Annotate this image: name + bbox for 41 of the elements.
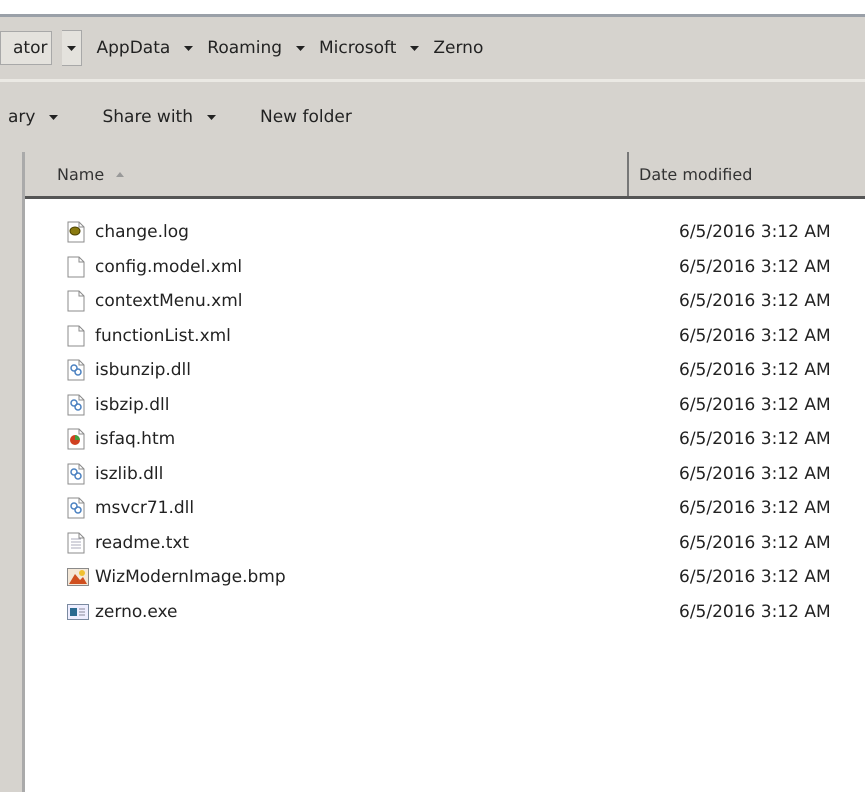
caret-icon xyxy=(67,46,76,50)
caret-icon xyxy=(49,114,58,120)
file-name[interactable]: isfaq.htm xyxy=(95,429,176,450)
caret-icon xyxy=(410,46,420,50)
date-modified: 6/5/2016 3:12 AM xyxy=(679,360,831,380)
date-modified: 6/5/2016 3:12 AM xyxy=(679,394,831,415)
file-name[interactable]: config.model.xml xyxy=(95,256,242,277)
date-modified: 6/5/2016 3:12 AM xyxy=(679,429,831,450)
column-header[interactable]: Name xyxy=(25,152,629,196)
date-modified: 6/5/2016 3:12 AM xyxy=(679,256,831,277)
breadcrumb-item[interactable]: AppData xyxy=(92,36,174,60)
date-modified: 6/5/2016 3:12 AM xyxy=(679,464,831,484)
file-name[interactable]: WizModernImage.bmp xyxy=(95,567,286,588)
file-name[interactable]: msvcr71.dll xyxy=(95,498,194,518)
file-name[interactable]: contextMenu.xml xyxy=(95,291,242,312)
caret-icon xyxy=(207,114,216,120)
file-name[interactable]: isbzip.dll xyxy=(95,394,170,415)
breadcrumb-item[interactable]: Microsoft xyxy=(315,36,400,60)
column-header[interactable]: Date modified xyxy=(629,152,752,196)
caret-icon xyxy=(296,46,306,50)
date-modified: 6/5/2016 3:12 AM xyxy=(679,498,831,518)
breadcrumb-item[interactable]: Roaming xyxy=(203,36,286,60)
toolbar-button[interactable]: Share with xyxy=(102,103,216,131)
date-modified: 6/5/2016 3:12 AM xyxy=(679,567,831,588)
image-file-icon xyxy=(67,566,89,588)
file-name[interactable]: iszlib.dll xyxy=(95,464,164,484)
toolbar-button[interactable]: ary xyxy=(8,103,58,131)
toolbar-button[interactable]: New folder xyxy=(260,103,352,131)
caret-icon xyxy=(184,46,194,50)
date-modified: 6/5/2016 3:12 AM xyxy=(679,291,831,312)
file-name[interactable]: change.log xyxy=(95,222,189,242)
file-name[interactable]: isbunzip.dll xyxy=(95,360,191,380)
file-name[interactable]: zerno.exe xyxy=(95,602,178,622)
date-modified: 6/5/2016 3:12 AM xyxy=(679,222,831,242)
breadcrumb-item[interactable]: Zerno xyxy=(429,36,488,60)
file-name[interactable]: readme.txt xyxy=(95,532,190,553)
date-modified: 6/5/2016 3:12 AM xyxy=(679,532,831,553)
file-name[interactable]: functionList.xml xyxy=(95,326,231,346)
breadcrumb-item[interactable]: ator xyxy=(0,31,52,65)
date-modified: 6/5/2016 3:12 AM xyxy=(679,602,831,622)
date-modified: 6/5/2016 3:12 AM xyxy=(679,326,831,346)
